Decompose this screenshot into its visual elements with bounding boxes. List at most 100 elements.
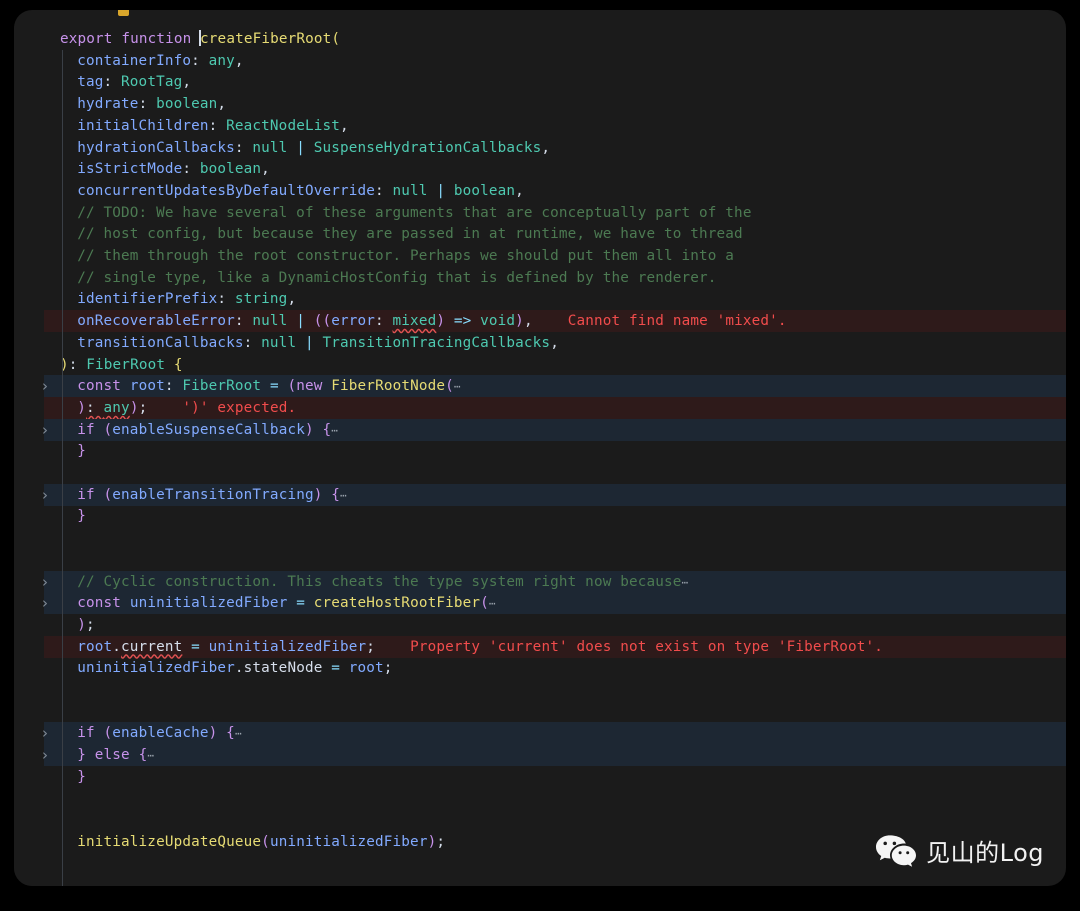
- code-token: string: [234, 291, 288, 308]
- code-token: ): [77, 616, 87, 633]
- code-line[interactable]: // TODO: We have several of these argume…: [44, 202, 1066, 224]
- code-token: ReactNodeList: [226, 117, 340, 134]
- code-line[interactable]: ): any); ')' expected.: [14, 396, 1066, 419]
- code-line[interactable]: }: [44, 766, 1066, 788]
- code-token: (: [103, 421, 113, 438]
- code-line[interactable]: [44, 874, 1066, 886]
- code-token: :: [375, 313, 393, 330]
- code-line[interactable]: hydrationCallbacks: null | SuspenseHydra…: [44, 137, 1066, 159]
- code-line[interactable]: } else {⋯: [14, 744, 1066, 767]
- code-line[interactable]: export function createFiberRoot(: [44, 28, 1066, 50]
- code-token: }: [77, 508, 87, 525]
- code-surface[interactable]: › › › › › › › export function createFiberRoot(…: [14, 26, 1066, 886]
- code-line[interactable]: hydrate: boolean,: [44, 93, 1066, 115]
- code-line[interactable]: // single type, like a DynamicHostConfig…: [44, 267, 1066, 289]
- code-line[interactable]: initialChildren: ReactNodeList,: [44, 115, 1066, 137]
- code-token: boolean: [199, 161, 262, 178]
- code-token: }: [77, 443, 87, 460]
- code-token: :: [375, 182, 393, 199]
- code-line[interactable]: const uninitializedFiber = createHostRoo…: [14, 592, 1066, 615]
- code-token: any: [103, 399, 130, 416]
- code-line[interactable]: transitionCallbacks: null | TransitionTr…: [44, 332, 1066, 354]
- code-token: current: [121, 638, 183, 655]
- fold-toggle-chevron[interactable]: ›: [36, 484, 54, 506]
- code-token: :: [191, 52, 209, 69]
- code-line[interactable]: concurrentUpdatesByDefaultOverride: null…: [44, 180, 1066, 202]
- code-token: (: [480, 595, 489, 612]
- code-token: ;: [86, 616, 95, 633]
- fold-ellipsis-marker[interactable]: ⋯: [147, 749, 155, 762]
- code-token: mixed: [392, 313, 437, 330]
- code-line[interactable]: if (enableCache) {⋯: [14, 722, 1066, 745]
- code-token: hydrationCallbacks: [77, 139, 235, 156]
- code-line[interactable]: }: [44, 505, 1066, 527]
- code-token: :: [208, 117, 227, 134]
- code-line[interactable]: // Cyclic construction. This cheats the …: [14, 570, 1066, 593]
- code-line[interactable]: root.current = uninitializedFiber; Prope…: [14, 635, 1066, 658]
- code-token: :: [103, 74, 122, 91]
- code-line[interactable]: [44, 788, 1066, 810]
- code-line[interactable]: tag: RootTag,: [44, 71, 1066, 93]
- fold-ellipsis-marker[interactable]: ⋯: [489, 597, 497, 610]
- code-line[interactable]: [44, 701, 1066, 723]
- code-token: ): [129, 399, 139, 416]
- code-token: ,: [550, 334, 559, 351]
- code-token: ,: [261, 161, 270, 178]
- fold-ellipsis-marker[interactable]: ⋯: [454, 380, 462, 393]
- editor-gutter[interactable]: › › › › › › ›: [14, 26, 48, 886]
- fold-toggle-chevron[interactable]: ›: [36, 744, 54, 766]
- code-token: ,: [182, 74, 192, 91]
- code-line[interactable]: containerInfo: any,: [44, 50, 1066, 72]
- code-token: {: [226, 725, 235, 742]
- code-token: ((: [313, 313, 332, 330]
- code-token: .: [234, 660, 244, 677]
- code-token: |: [296, 334, 323, 351]
- code-token: hydrate: [77, 96, 139, 113]
- fold-toggle-chevron[interactable]: ›: [36, 722, 54, 744]
- code-line[interactable]: );: [44, 614, 1066, 636]
- code-token: onRecoverableError: [77, 313, 235, 330]
- code-line[interactable]: const root: FiberRoot = (new FiberRootNo…: [14, 375, 1066, 398]
- code-line[interactable]: onRecoverableError: null | ((error: mixe…: [14, 310, 1066, 333]
- code-token: :: [234, 139, 253, 156]
- code-token: containerInfo: [77, 52, 192, 69]
- code-line[interactable]: [44, 679, 1066, 701]
- code-token: ): [436, 313, 446, 330]
- code-line[interactable]: [44, 462, 1066, 484]
- fold-toggle-chevron[interactable]: ›: [36, 571, 54, 593]
- fold-toggle-chevron[interactable]: ›: [36, 592, 54, 614]
- code-line[interactable]: if (enableTransitionTracing) {⋯: [14, 483, 1066, 506]
- code-token: const: [77, 595, 122, 612]
- code-line[interactable]: // host config, but because they are pas…: [44, 223, 1066, 245]
- code-line[interactable]: [44, 527, 1066, 549]
- code-line[interactable]: }: [44, 440, 1066, 462]
- code-token: boolean: [453, 182, 516, 199]
- code-token: any: [208, 52, 235, 69]
- code-line[interactable]: [44, 549, 1066, 571]
- code-token: root: [348, 660, 384, 677]
- code-line[interactable]: // them through the root constructor. Pe…: [44, 245, 1066, 267]
- code-line[interactable]: isStrictMode: boolean,: [44, 158, 1066, 180]
- code-line[interactable]: if (enableSuspenseCallback) {⋯: [14, 418, 1066, 441]
- fold-ellipsis-marker[interactable]: ⋯: [340, 489, 348, 502]
- code-token: if: [77, 725, 95, 742]
- code-line[interactable]: [44, 809, 1066, 831]
- fold-ellipsis-marker[interactable]: ⋯: [682, 576, 690, 589]
- code-token: identifierPrefix: [77, 291, 218, 308]
- fold-toggle-chevron[interactable]: ›: [36, 419, 54, 441]
- fold-ellipsis-marker[interactable]: ⋯: [331, 424, 339, 437]
- code-token: // TODO: We have several of these argume…: [77, 204, 752, 221]
- fold-ellipsis-marker[interactable]: ⋯: [235, 727, 243, 740]
- indent-guide: [62, 49, 63, 886]
- code-token: uninitializedFiber: [77, 660, 235, 677]
- fold-toggle-chevron[interactable]: ›: [36, 375, 54, 397]
- code-line[interactable]: ): FiberRoot {: [44, 354, 1066, 376]
- code-line[interactable]: uninitializedFiber.stateNode = root;: [44, 657, 1066, 679]
- code-line[interactable]: identifierPrefix: string,: [44, 288, 1066, 310]
- inline-error-message: Cannot find name 'mixed'.: [567, 313, 787, 330]
